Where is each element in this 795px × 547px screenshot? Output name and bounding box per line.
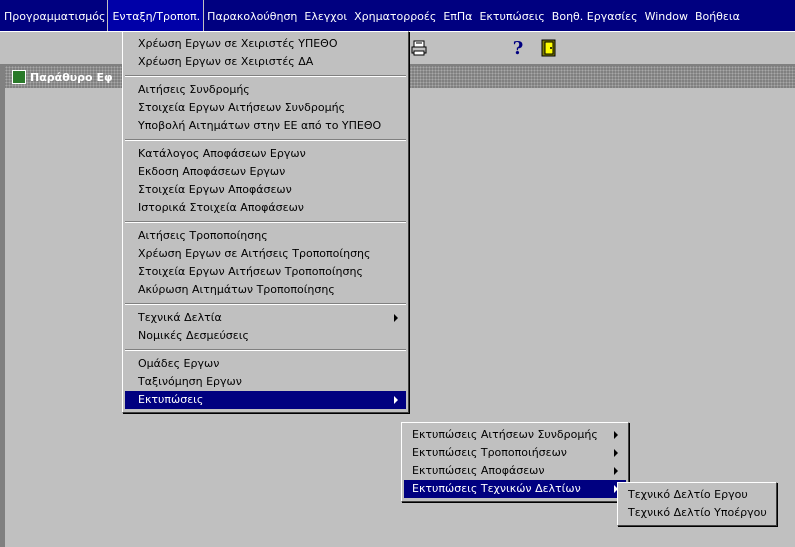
- menubar-item[interactable]: ΕπΠα: [439, 0, 475, 31]
- menu-item-label: Εκτυπώσεις: [138, 393, 204, 406]
- menu-item-label: Τεχνικά Δελτία: [138, 311, 222, 324]
- submenu-item[interactable]: Εκτυπώσεις Αποφάσεων: [404, 462, 626, 480]
- menu-separator: [125, 139, 406, 141]
- menu-item-label: Ταξινόμηση Εργων: [138, 375, 242, 388]
- menu-item[interactable]: Νομικές Δεσμεύσεις: [125, 327, 406, 345]
- submenu-arrow-icon: [614, 431, 618, 439]
- menu-item[interactable]: Ακύρωση Αιτημάτων Τροποποίησης: [125, 281, 406, 299]
- submenu-item-label: Εκτυπώσεις Τροποποιήσεων: [412, 446, 567, 459]
- menu-item-label: Υποβολή Αιτημάτων στην ΕΕ από το ΥΠΕΘΟ: [138, 119, 382, 132]
- menubar-item[interactable]: Χρηματορροές: [350, 0, 439, 31]
- menu-item[interactable]: Χρέωση Εργων σε Χειριστές ΥΠΕΘΟ: [125, 35, 406, 53]
- menu-item[interactable]: Ομάδες Εργων: [125, 355, 406, 373]
- submenu-arrow-icon: [614, 467, 618, 475]
- submenu-item-label: Εκτυπώσεις Αιτήσεων Συνδρομής: [412, 428, 598, 441]
- submenu-item-label: Εκτυπώσεις Τεχνικών Δελτίων: [412, 482, 581, 495]
- menu-separator: [125, 349, 406, 351]
- menu-item-label: Χρέωση Εργων σε Χειριστές ΥΠΕΘΟ: [138, 37, 338, 50]
- menu-item[interactable]: Τεχνικά Δελτία: [125, 309, 406, 327]
- menu-item-label: Ιστορικά Στοιχεία Αποφάσεων: [138, 201, 304, 214]
- menu-item-label: Ακύρωση Αιτημάτων Τροποποίησης: [138, 283, 335, 296]
- menu-item[interactable]: Στοιχεία Εργων Αιτήσεων Συνδρομής: [125, 99, 406, 117]
- menubar-item[interactable]: Βοηθ. Εργασίες: [548, 0, 641, 31]
- window-title: Παράθυρο Εφ: [30, 70, 113, 84]
- submenu-item[interactable]: Τεχνικό Δελτίο Εργου: [620, 486, 774, 504]
- menu-item-label: Χρέωση Εργων σε Αιτήσεις Τροποποίησης: [138, 247, 371, 260]
- prints-submenu: Εκτυπώσεις Αιτήσεων Συνδρομής Εκτυπώσεις …: [401, 422, 629, 502]
- menu-item[interactable]: Υποβολή Αιτημάτων στην ΕΕ από το ΥΠΕΘΟ: [125, 117, 406, 135]
- menu-item[interactable]: Κατάλογος Αποφάσεων Εργων: [125, 145, 406, 163]
- tech-sheets-submenu: Τεχνικό Δελτίο Εργου Τεχνικό Δελτίο Υποέρ…: [617, 482, 777, 526]
- menubar-item[interactable]: Window: [641, 0, 691, 31]
- menu-item[interactable]: Αιτήσεις Συνδρομής: [125, 81, 406, 99]
- menu-item-label: Στοιχεία Εργων Αιτήσεων Συνδρομής: [138, 101, 346, 114]
- submenu-item[interactable]: Εκτυπώσεις Τεχνικών Δελτίων: [404, 480, 626, 498]
- menu-item-label: Χρέωση Εργων σε Χειριστές ΔΑ: [138, 55, 314, 68]
- menu-item[interactable]: Εκδοση Αποφάσεων Εργων: [125, 163, 406, 181]
- menu-item-label: Νομικές Δεσμεύσεις: [138, 329, 249, 342]
- menu-item[interactable]: Αιτήσεις Τροποποίησης: [125, 227, 406, 245]
- exit-door-icon[interactable]: [538, 37, 560, 59]
- menu-item-label: Εκδοση Αποφάσεων Εργων: [138, 165, 286, 178]
- submenu-item[interactable]: Εκτυπώσεις Αιτήσεων Συνδρομής: [404, 426, 626, 444]
- app-window-icon: [12, 70, 26, 84]
- submenu-item-label: Εκτυπώσεις Αποφάσεων: [412, 464, 545, 477]
- submenu-item-label: Τεχνικό Δελτίο Υποέργου: [628, 506, 767, 519]
- menu-separator: [125, 221, 406, 223]
- submenu-item[interactable]: Εκτυπώσεις Τροποποιήσεων: [404, 444, 626, 462]
- menubar-item[interactable]: Προγραμματισμός: [0, 0, 108, 31]
- menu-item-label: Ομάδες Εργων: [138, 357, 220, 370]
- submenu-item[interactable]: Τεχνικό Δελτίο Υποέργου: [620, 504, 774, 522]
- menu-bar: Προγραμματισμός Ενταξη/Τροποπ. Παρακολούθη…: [0, 0, 795, 31]
- menu-item-label: Αιτήσεις Τροποποίησης: [138, 229, 268, 242]
- help-glyph: ?: [512, 37, 524, 59]
- menubar-item[interactable]: Εκτυπώσεις: [475, 0, 547, 31]
- help-icon[interactable]: ?: [507, 37, 529, 59]
- menu-item[interactable]: Στοιχεία Εργων Αποφάσεων: [125, 181, 406, 199]
- menu-item[interactable]: Ταξινόμηση Εργων: [125, 373, 406, 391]
- menu-item[interactable]: Εκτυπώσεις: [125, 391, 406, 409]
- menubar-item[interactable]: Παρακολούθηση: [203, 0, 300, 31]
- submenu-arrow-icon: [394, 314, 398, 322]
- menu-item[interactable]: Χρέωση Εργων σε Αιτήσεις Τροποποίησης: [125, 245, 406, 263]
- printer-icon[interactable]: [408, 37, 430, 59]
- menu-item-label: Κατάλογος Αποφάσεων Εργων: [138, 147, 306, 160]
- submenu-arrow-icon: [394, 396, 398, 404]
- submenu-arrow-icon: [614, 449, 618, 457]
- menubar-item[interactable]: Ελεγχοι: [300, 0, 350, 31]
- menu-item-label: Στοιχεία Εργων Αποφάσεων: [138, 183, 292, 196]
- menubar-item[interactable]: Ενταξη/Τροποπ.: [107, 0, 205, 31]
- entaxi-dropdown-menu: Χρέωση Εργων σε Χειριστές ΥΠΕΘΟ Χρέωση Ερ…: [122, 31, 409, 413]
- menu-separator: [125, 75, 406, 77]
- menu-item-label: Στοιχεία Εργων Αιτήσεων Τροποποίησης: [138, 265, 363, 278]
- menu-item[interactable]: Ιστορικά Στοιχεία Αποφάσεων: [125, 199, 406, 217]
- window-bottom-edge: [5, 540, 795, 547]
- menu-item-label: Αιτήσεις Συνδρομής: [138, 83, 250, 96]
- submenu-item-label: Τεχνικό Δελτίο Εργου: [628, 488, 748, 501]
- menu-separator: [125, 303, 406, 305]
- menubar-item[interactable]: Βοήθεια: [691, 0, 743, 31]
- menu-item[interactable]: Χρέωση Εργων σε Χειριστές ΔΑ: [125, 53, 406, 71]
- menu-item[interactable]: Στοιχεία Εργων Αιτήσεων Τροποποίησης: [125, 263, 406, 281]
